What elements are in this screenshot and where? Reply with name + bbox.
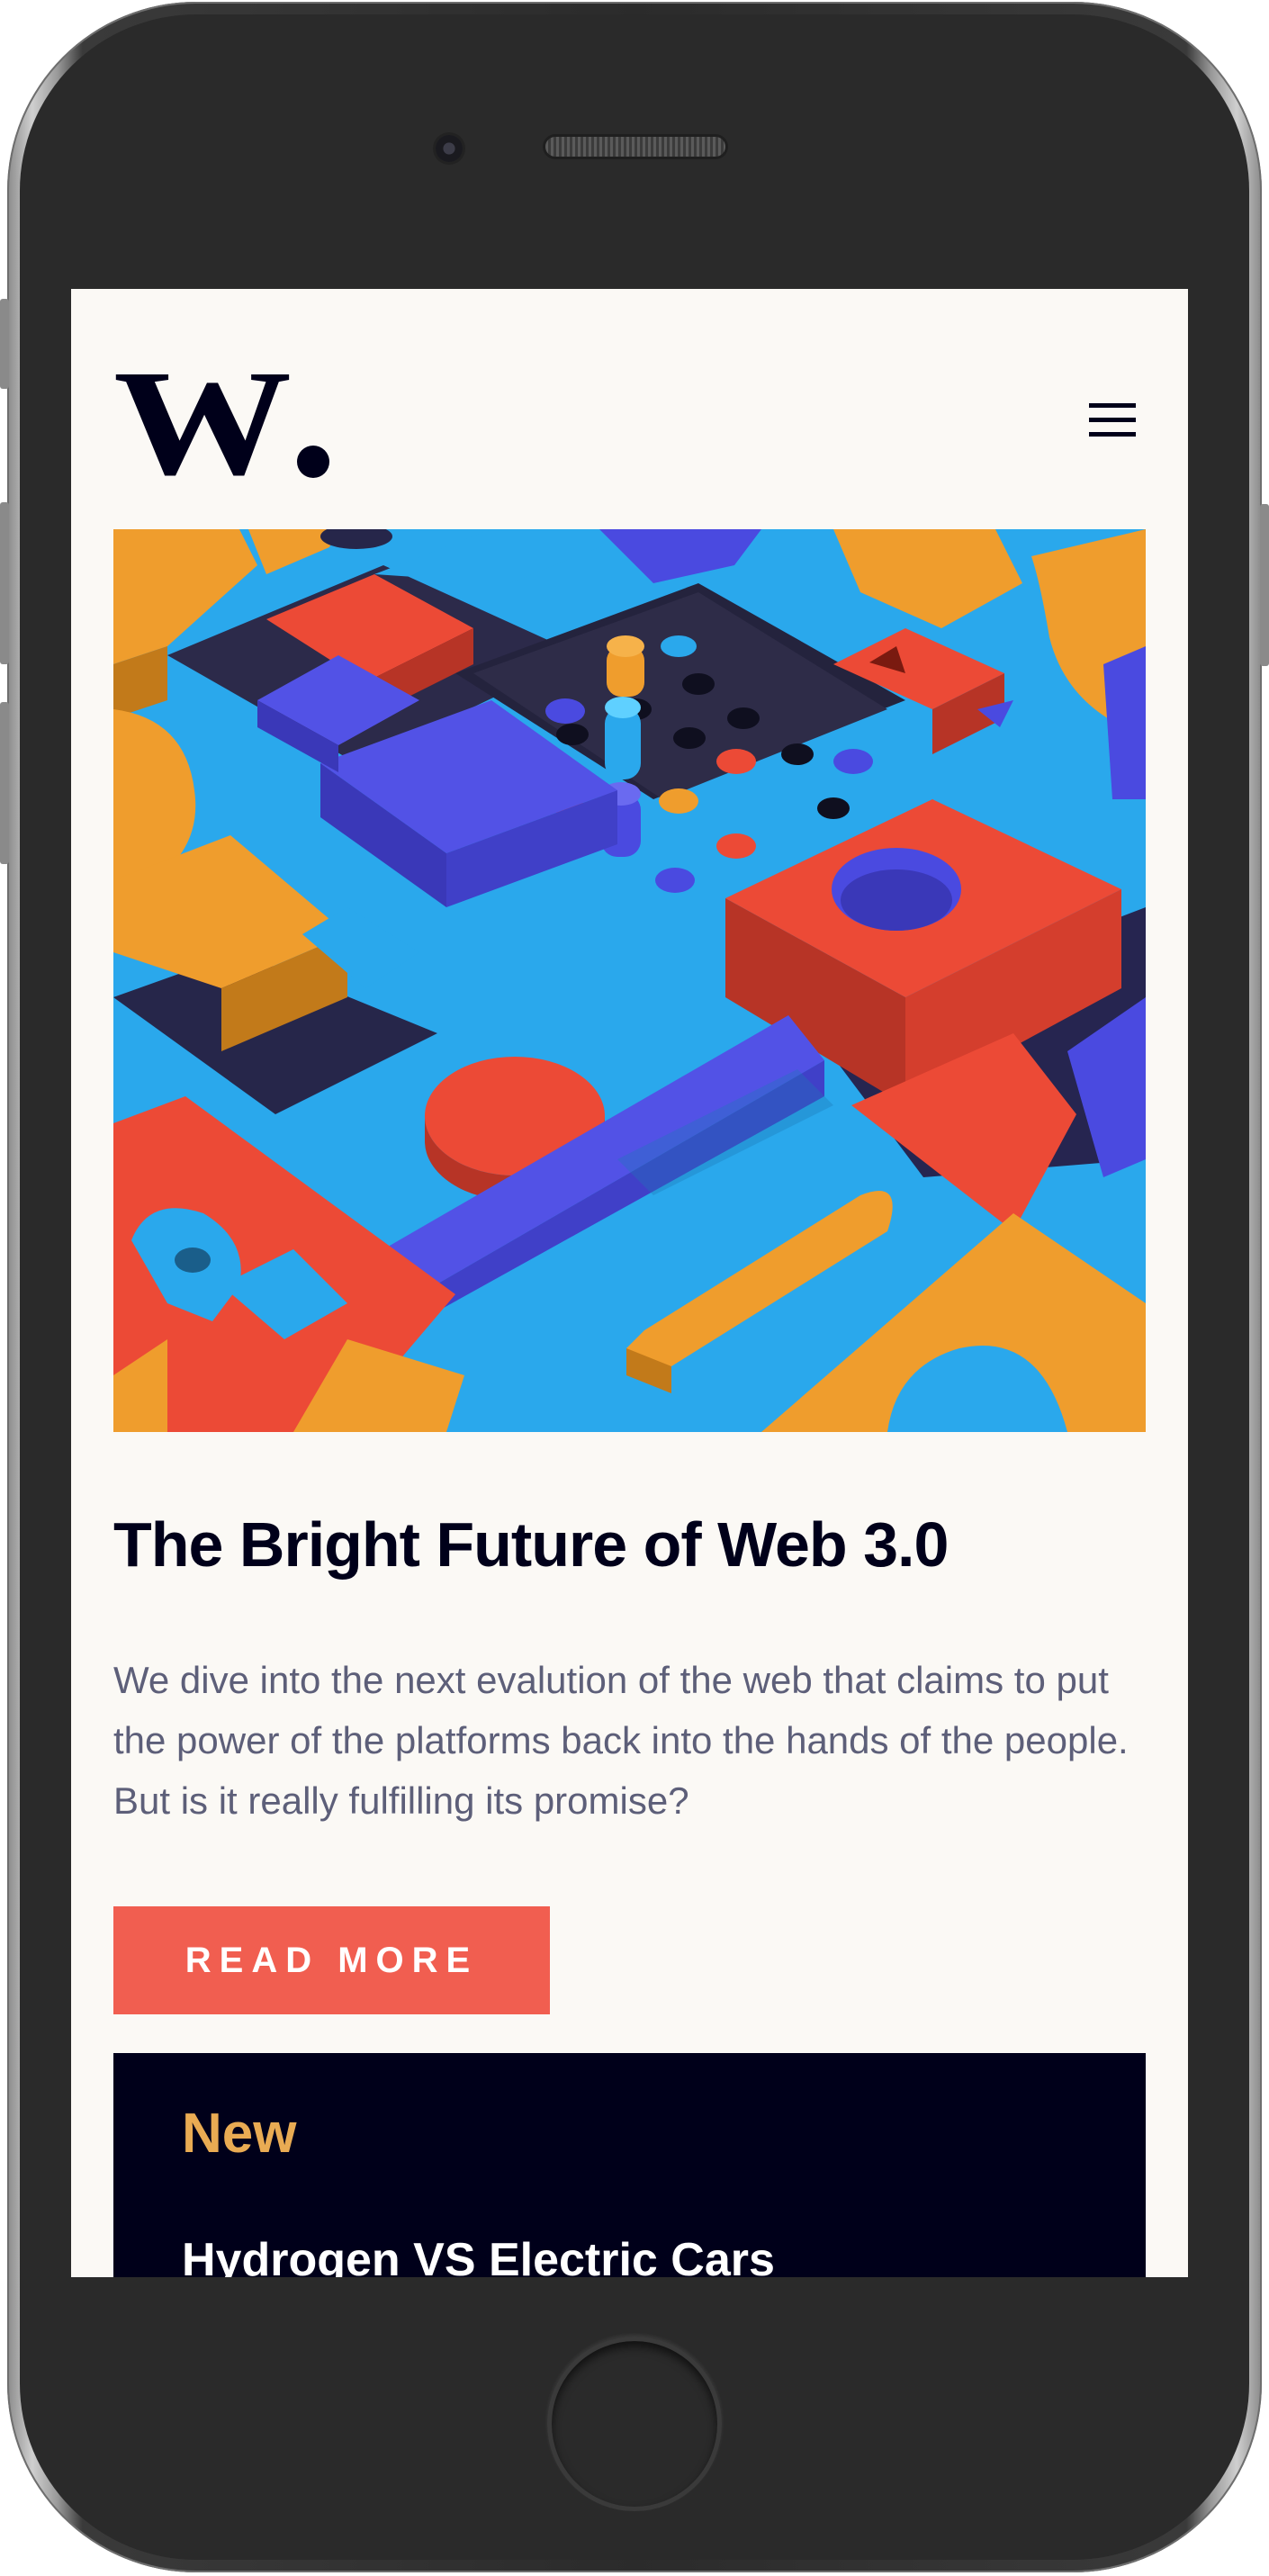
new-section: New Hydrogen VS Electric Cars (113, 2053, 1146, 2277)
site-logo[interactable]: W (113, 339, 329, 507)
volume-down-button (0, 702, 9, 864)
menu-line (1089, 432, 1136, 437)
read-more-button[interactable]: READ MORE (113, 1906, 550, 2014)
abstract-3d-blocks-image (113, 529, 1146, 1432)
volume-up-button (0, 502, 9, 664)
hero-image (113, 529, 1146, 1432)
power-button (1260, 504, 1269, 666)
menu-line (1089, 418, 1136, 422)
logo-dot (297, 446, 329, 478)
article-excerpt: We dive into the next evalution of the w… (113, 1659, 1129, 1822)
front-camera (436, 135, 463, 162)
new-section-heading: New (182, 2103, 297, 2165)
earpiece-speaker (545, 137, 725, 157)
logo-letter: W (113, 339, 292, 507)
hamburger-menu-icon[interactable] (1086, 401, 1138, 440)
menu-line (1089, 403, 1136, 408)
home-button[interactable] (547, 2337, 722, 2511)
mute-switch (0, 299, 9, 389)
screen: W The Bright Future of Web 3.0 We dive i… (71, 289, 1188, 2277)
new-item-title[interactable]: Hydrogen VS Electric Cars (182, 2233, 775, 2277)
article-title: The Bright Future of Web 3.0 (113, 1509, 949, 1580)
